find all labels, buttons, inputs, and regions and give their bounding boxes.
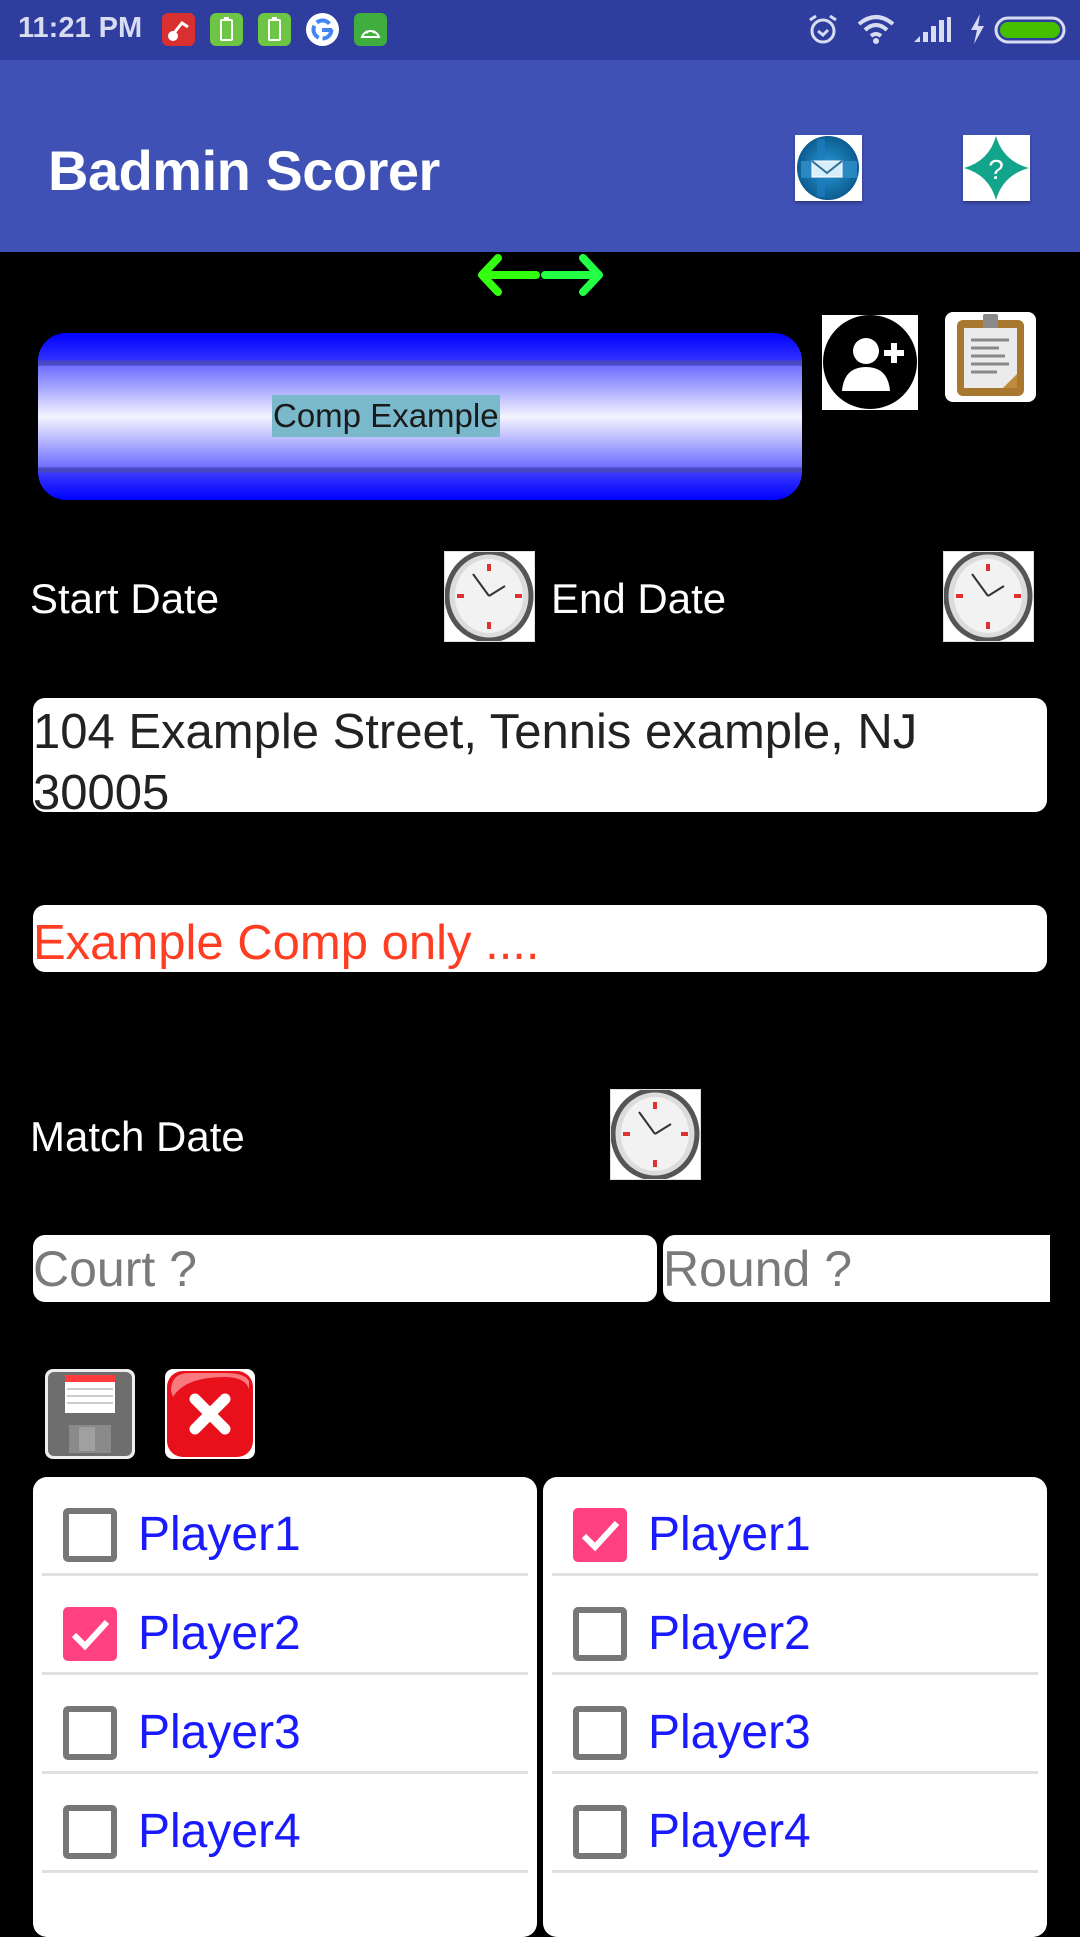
- player-row[interactable]: Player3: [33, 1675, 537, 1774]
- charging-icon: [968, 12, 986, 51]
- divider: [42, 1870, 528, 1873]
- player-name: Player1: [138, 1508, 301, 1561]
- status-time: 11:21 PM: [18, 12, 143, 44]
- battery-notification-icon: [210, 13, 243, 46]
- swap-arrows-icon[interactable]: [478, 252, 603, 298]
- player-row[interactable]: Player4: [33, 1774, 537, 1873]
- player-name: Player3: [138, 1706, 301, 1759]
- checkbox-checked[interactable]: [63, 1607, 117, 1661]
- player-name: Player3: [648, 1706, 811, 1759]
- start-date-picker[interactable]: [444, 549, 535, 643]
- help-button[interactable]: ?: [963, 135, 1030, 201]
- competition-button[interactable]: Comp Example: [38, 333, 802, 500]
- google-icon: [306, 13, 339, 46]
- court-placeholder: Court ?: [33, 1241, 197, 1297]
- player-name: Player1: [648, 1508, 811, 1561]
- note-text: Example Comp only ....: [33, 916, 540, 970]
- checkbox-unchecked[interactable]: [63, 1706, 117, 1760]
- checkbox-unchecked[interactable]: [63, 1805, 117, 1859]
- signal-icon: [914, 12, 952, 51]
- status-bar: 11:21 PM: [0, 0, 1080, 60]
- battery-notification-icon: [258, 13, 291, 46]
- checkmark-icon: [71, 1619, 110, 1651]
- player-name: Player4: [648, 1805, 811, 1858]
- clipboard-icon: [957, 314, 1024, 396]
- player-name: Player2: [138, 1607, 301, 1660]
- clock-icon: [444, 549, 534, 643]
- address-field[interactable]: 104 Example Street, Tennis example, NJ 3…: [33, 698, 1047, 812]
- player-row[interactable]: Player2: [543, 1576, 1047, 1675]
- team-left-list: Player1 Player2 Player3 Player4: [33, 1477, 537, 1937]
- note-field[interactable]: Example Comp only ....: [33, 905, 1047, 972]
- round-placeholder: Round ?: [663, 1241, 853, 1297]
- checkbox-checked[interactable]: [573, 1508, 627, 1562]
- court-input[interactable]: Court ?: [33, 1235, 657, 1302]
- player-row[interactable]: Player1: [33, 1477, 537, 1576]
- app-title: Badmin Scorer: [48, 139, 440, 202]
- add-user-icon: [823, 315, 917, 409]
- address-text: 104 Example Street, Tennis example, NJ 3…: [33, 705, 918, 812]
- clock-icon: [610, 1087, 700, 1181]
- help-icon: ?: [964, 136, 1029, 200]
- android-icon: [354, 13, 387, 46]
- battery-icon: [994, 16, 1066, 49]
- player-row[interactable]: Player3: [543, 1675, 1047, 1774]
- cancel-button[interactable]: [165, 1369, 255, 1459]
- checkbox-unchecked[interactable]: [573, 1607, 627, 1661]
- save-icon: [48, 1372, 132, 1456]
- red-app-icon: [162, 13, 195, 46]
- team-right-list: Player1 Player2 Player3 Player4: [543, 1477, 1047, 1937]
- match-date-picker[interactable]: [610, 1087, 701, 1181]
- checkbox-unchecked[interactable]: [63, 1508, 117, 1562]
- app-bar: Badmin Scorer ?: [0, 60, 1080, 252]
- checkbox-unchecked[interactable]: [573, 1706, 627, 1760]
- svg-text:?: ?: [988, 154, 1004, 185]
- start-date-label: Start Date: [30, 575, 220, 622]
- end-date-label: End Date: [551, 575, 727, 622]
- add-player-button[interactable]: [822, 315, 918, 410]
- checkmark-icon: [581, 1520, 620, 1552]
- competition-name: Comp Example: [272, 395, 500, 437]
- round-input[interactable]: Round ?: [663, 1235, 1050, 1302]
- player-row[interactable]: Player2: [33, 1576, 537, 1675]
- save-button[interactable]: [45, 1369, 135, 1459]
- wifi-icon: [856, 12, 896, 51]
- divider: [552, 1870, 1038, 1873]
- end-date-picker[interactable]: [943, 549, 1034, 643]
- email-button[interactable]: [795, 135, 862, 201]
- clock-icon: [943, 549, 1033, 643]
- checkbox-unchecked[interactable]: [573, 1805, 627, 1859]
- player-row[interactable]: Player4: [543, 1774, 1047, 1873]
- alarm-icon: [806, 12, 840, 51]
- mail-icon: [797, 136, 859, 200]
- cancel-icon: [167, 1371, 253, 1457]
- player-name: Player4: [138, 1805, 301, 1858]
- notes-button[interactable]: [945, 312, 1036, 402]
- match-date-label: Match Date: [30, 1113, 245, 1160]
- player-row[interactable]: Player1: [543, 1477, 1047, 1576]
- player-name: Player2: [648, 1607, 811, 1660]
